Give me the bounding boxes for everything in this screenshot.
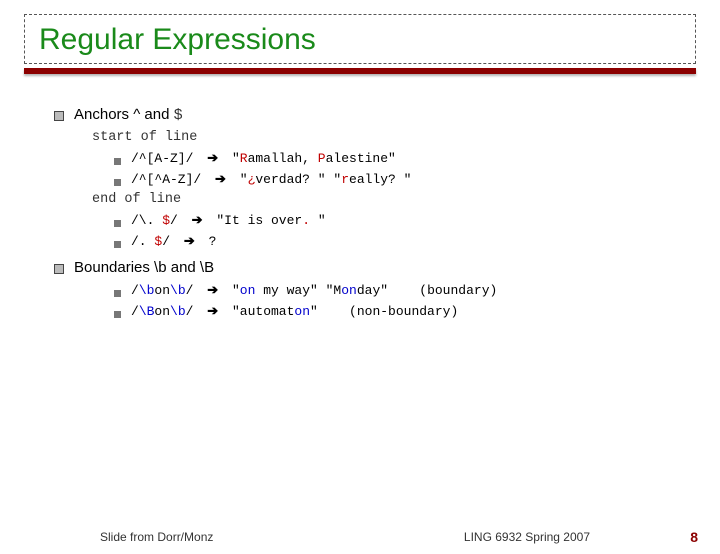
match-highlight: r — [341, 172, 349, 187]
example-content: /\. $/ ➔ "It is over. " — [131, 212, 326, 228]
footer-course: LING 6932 Spring 2007 — [464, 530, 590, 544]
match-highlight: R — [240, 151, 248, 166]
result-text: " — [232, 283, 240, 298]
sub-end-of-line: end of line — [92, 192, 672, 207]
small-square-icon — [114, 179, 121, 186]
result-text: ? — [209, 234, 217, 249]
title-container: Regular Expressions — [24, 14, 696, 64]
result-text: amallah, — [248, 151, 318, 166]
example-row: /\Bon\b/ ➔ "automaton" (non-boundary) — [114, 303, 672, 319]
result-text: "automat — [232, 304, 294, 319]
result-text: eally? " — [349, 172, 411, 187]
example-content: /^[A-Z]/ ➔ "Ramallah, Palestine" — [131, 150, 396, 166]
result-text: " — [310, 213, 326, 228]
match-highlight: P — [318, 151, 326, 166]
match-highlight: on — [341, 283, 357, 298]
regex-special: $ — [162, 213, 170, 228]
small-square-icon — [114, 290, 121, 297]
slide-title: Regular Expressions — [39, 23, 681, 57]
regex-code: / — [131, 283, 139, 298]
regex-code: / — [131, 304, 139, 319]
bullet-text: Anchors ^ and $ — [74, 106, 183, 124]
note-text: (non-boundary) — [349, 304, 458, 319]
regex-code: / — [186, 304, 194, 319]
footer-page-number: 8 — [690, 529, 698, 545]
regex-code: / — [186, 283, 194, 298]
arrow-icon: ➔ — [184, 233, 195, 248]
result-text: "It is over — [216, 213, 302, 228]
arrow-icon: ➔ — [192, 212, 203, 227]
arrow-icon: ➔ — [215, 171, 226, 186]
regex-special: \b — [139, 283, 155, 298]
bullet-anchors: Anchors ^ and $ — [54, 106, 672, 124]
slide-footer: Slide from Dorr/Monz LING 6932 Spring 20… — [0, 530, 720, 544]
regex-code: /^[A-Z]/ — [131, 151, 193, 166]
small-square-icon — [114, 220, 121, 227]
regex-special: \b — [170, 283, 186, 298]
square-bullet-icon — [54, 264, 64, 274]
example-row: /^[^A-Z]/ ➔ "¿verdad? " "really? " — [114, 171, 672, 187]
result-text: verdad? " " — [255, 172, 341, 187]
note-text: (boundary) — [419, 283, 497, 298]
arrow-icon: ➔ — [207, 303, 218, 318]
footer-credit: Slide from Dorr/Monz — [100, 530, 213, 544]
match-highlight: . — [302, 213, 310, 228]
example-row: /^[A-Z]/ ➔ "Ramallah, Palestine" — [114, 150, 672, 166]
sub-start-of-line: start of line — [92, 130, 672, 145]
result-text: alestine" — [326, 151, 396, 166]
arrow-icon: ➔ — [207, 282, 218, 297]
regex-code: on — [154, 283, 170, 298]
match-highlight: on — [240, 283, 256, 298]
example-row: /\. $/ ➔ "It is over. " — [114, 212, 672, 228]
regex-code: /\. — [131, 213, 162, 228]
slide-body: Anchors ^ and $ start of line /^[A-Z]/ ➔… — [0, 74, 720, 319]
match-highlight: on — [294, 304, 310, 319]
result-text: my way" "M — [255, 283, 341, 298]
small-square-icon — [114, 241, 121, 248]
regex-code: / — [162, 234, 170, 249]
small-square-icon — [114, 311, 121, 318]
result-text: " — [240, 172, 248, 187]
result-text: " — [310, 304, 318, 319]
arrow-icon: ➔ — [207, 150, 218, 165]
bullet-text: Boundaries \b and \B — [74, 259, 214, 276]
regex-code: /. — [131, 234, 154, 249]
regex-code: /^[^A-Z]/ — [131, 172, 201, 187]
example-content: /\Bon\b/ ➔ "automaton" (non-boundary) — [131, 303, 458, 319]
example-content: /. $/ ➔ ? — [131, 233, 216, 249]
example-row: /\bon\b/ ➔ "on my way" "Monday" (boundar… — [114, 282, 672, 298]
bullet-boundaries: Boundaries \b and \B — [54, 259, 672, 276]
example-content: /^[^A-Z]/ ➔ "¿verdad? " "really? " — [131, 171, 411, 187]
regex-code: on — [154, 304, 170, 319]
result-text: day" — [357, 283, 388, 298]
regex-special: \B — [139, 304, 155, 319]
small-square-icon — [114, 158, 121, 165]
dollar-sign: $ — [174, 107, 183, 124]
example-content: /\bon\b/ ➔ "on my way" "Monday" (boundar… — [131, 282, 497, 298]
regex-special: \b — [170, 304, 186, 319]
regex-code: / — [170, 213, 178, 228]
result-text: " — [232, 151, 240, 166]
example-row: /. $/ ➔ ? — [114, 233, 672, 249]
square-bullet-icon — [54, 111, 64, 121]
anchors-label: Anchors ^ and — [74, 106, 174, 123]
